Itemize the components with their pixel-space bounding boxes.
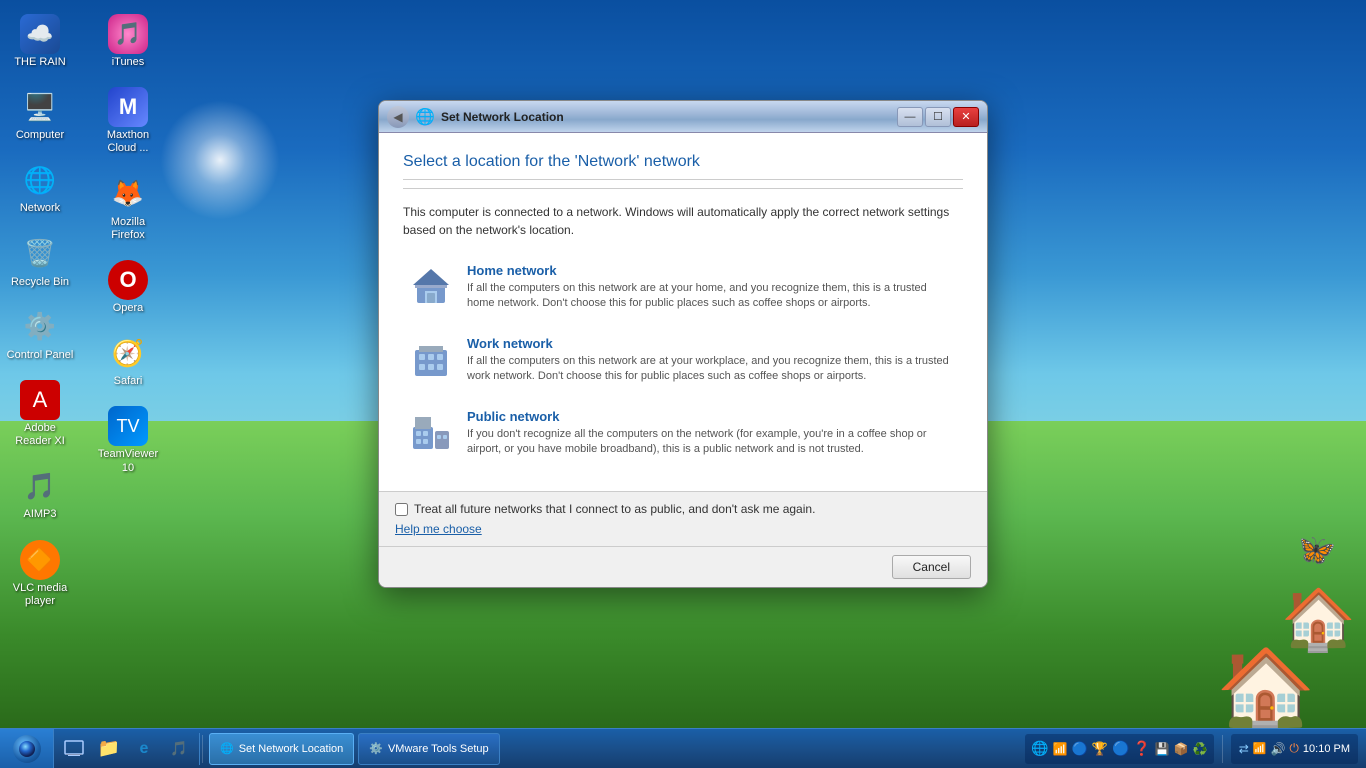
dialog-body: Select a location for the 'Network' netw… (379, 133, 987, 491)
taskbar-right: 🌐 📶 🔵 🏆 🔵 ❓ 💾 📦 ♻️ ⇄ 📶 🔊 ⏻ 10:10 PM (1017, 734, 1366, 764)
minimize-button[interactable]: — (897, 107, 923, 127)
ql-show-desktop[interactable] (58, 733, 90, 765)
tray-icon-signal[interactable]: 📶 (1253, 742, 1267, 755)
ql-media[interactable]: 🎵 (163, 733, 195, 765)
quick-launch-separator (202, 735, 203, 763)
desktop: 🏠 🏠 🦋 ☁️ THE RAIN 🖥️ Computer 🌐 Network (0, 0, 1366, 768)
tray-icon-help[interactable]: ❓ (1133, 740, 1150, 757)
home-network-title: Home network (467, 263, 957, 278)
dialog-window-controls: — ☐ ✕ (897, 107, 979, 127)
taskbar-item-set-network-location[interactable]: 🌐 Set Network Location (209, 733, 354, 765)
help-link[interactable]: Help me choose (395, 522, 971, 536)
work-network-title: Work network (467, 336, 957, 351)
tray-icon-speaker[interactable]: 🔊 (1270, 742, 1285, 756)
home-network-content: Home network If all the computers on thi… (467, 263, 957, 312)
taskbar-item-label-network: Set Network Location (239, 743, 344, 755)
dialog-action-bar: Cancel (379, 546, 987, 587)
tray-icon-power[interactable]: ⏻ (1289, 741, 1299, 756)
set-network-location-dialog: ◀ 🌐 Set Network Location — ☐ ✕ Select a … (378, 100, 988, 588)
dialog-back-button[interactable]: ◀ (387, 106, 409, 128)
system-clock[interactable]: 10:10 PM (1303, 743, 1350, 755)
ql-internet-explorer[interactable]: e (128, 733, 160, 765)
tray-icon-recycle[interactable]: ♻️ (1193, 742, 1208, 756)
work-network-content: Work network If all the computers on thi… (467, 336, 957, 385)
dialog-network-icon: 🌐 (415, 107, 435, 127)
work-network-option[interactable]: Work network If all the computers on thi… (403, 326, 963, 395)
tray-icon-settings[interactable]: 🔵 (1112, 740, 1129, 757)
close-button[interactable]: ✕ (953, 107, 979, 127)
home-network-icon (409, 263, 453, 307)
ql-windows-explorer[interactable]: 📁 (93, 733, 125, 765)
work-network-icon (409, 336, 453, 380)
taskbar: 📁 e 🎵 🌐 Set Network Location ⚙️ VMware T… (0, 728, 1366, 768)
taskbar-item-label-vmware: VMware Tools Setup (388, 743, 489, 755)
tray-icon-network2[interactable]: 📶 (1053, 742, 1068, 756)
dialog-titlebar: ◀ 🌐 Set Network Location — ☐ ✕ (379, 101, 987, 133)
home-network-option[interactable]: Home network If all the computers on thi… (403, 253, 963, 322)
dialog-footer: Treat all future networks that I connect… (379, 491, 987, 546)
tray-icon-network1[interactable]: 🌐 (1031, 740, 1048, 757)
dialog-title: Set Network Location (441, 110, 891, 124)
tray-icon-router[interactable]: 📦 (1174, 742, 1189, 756)
tray-icon-arrows[interactable]: ⇄ (1239, 742, 1249, 756)
public-network-title: Public network (467, 409, 957, 424)
checkbox-row: Treat all future networks that I connect… (395, 502, 971, 516)
quick-launch-area: 📁 e 🎵 (54, 733, 200, 765)
tray-icon-storage[interactable]: 💾 (1155, 742, 1170, 756)
taskbar-item-icon-vmware: ⚙️ (369, 742, 383, 755)
maximize-button[interactable]: ☐ (925, 107, 951, 127)
dialog-description: This computer is connected to a network.… (403, 203, 963, 239)
public-network-content: Public network If you don't recognize al… (467, 409, 957, 458)
cancel-button[interactable]: Cancel (892, 555, 971, 579)
public-network-desc: If you don't recognize all the computers… (467, 427, 957, 458)
work-network-desc: If all the computers on this network are… (467, 354, 957, 385)
tray-separator (1222, 735, 1223, 763)
dialog-header: Select a location for the 'Network' netw… (403, 153, 963, 180)
header-divider (403, 188, 963, 189)
public-network-icon (409, 409, 453, 453)
taskbar-item-icon-network: 🌐 (220, 742, 234, 755)
tray-icon-globe[interactable]: 🔵 (1072, 741, 1088, 757)
home-network-desc: If all the computers on this network are… (467, 281, 957, 312)
checkbox-label: Treat all future networks that I connect… (414, 502, 815, 516)
tray-icon-trophy[interactable]: 🏆 (1092, 741, 1108, 757)
taskbar-items: 🌐 Set Network Location ⚙️ VMware Tools S… (205, 733, 1017, 765)
dialog-overlay: ◀ 🌐 Set Network Location — ☐ ✕ Select a … (0, 0, 1366, 728)
public-checkbox[interactable] (395, 503, 408, 516)
start-button[interactable] (0, 729, 54, 768)
public-network-option[interactable]: Public network If you don't recognize al… (403, 399, 963, 468)
start-orb (13, 735, 41, 763)
taskbar-item-vmware[interactable]: ⚙️ VMware Tools Setup (358, 733, 499, 765)
